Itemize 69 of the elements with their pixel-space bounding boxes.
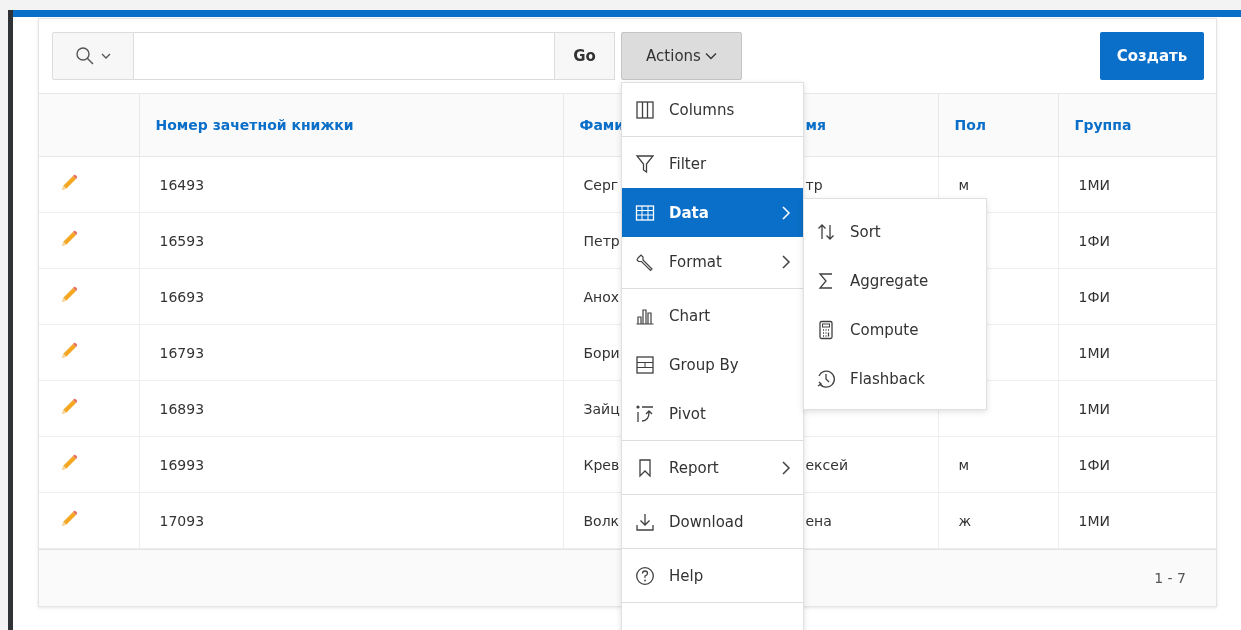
table-cell: Зайц	[583, 400, 620, 417]
table-cell: Волк	[583, 512, 620, 529]
table-cell: 1МИ	[1078, 512, 1110, 529]
table-cell: м	[958, 456, 970, 473]
search-field[interactable]	[134, 32, 555, 80]
search-icon	[75, 46, 95, 66]
pencil-icon[interactable]	[59, 173, 79, 193]
menu-item[interactable]: Format	[622, 237, 803, 286]
pencil-icon[interactable]	[59, 397, 79, 417]
table-cell: 1МИ	[1078, 176, 1110, 193]
table-cell: 16993	[159, 456, 205, 473]
table-cell: 16893	[159, 400, 205, 417]
table-cell: Серг	[583, 176, 619, 193]
menu-item[interactable]: Group By	[622, 340, 803, 389]
column-header[interactable]: мя	[805, 117, 826, 133]
menu-item[interactable]: Filter	[622, 139, 803, 188]
table-icon	[635, 202, 655, 223]
columns-icon	[635, 99, 655, 120]
pencil-icon[interactable]	[59, 453, 79, 473]
table-cell: 16693	[159, 288, 205, 305]
table-cell: 16493	[159, 176, 205, 193]
menu-item[interactable]: Pivot	[622, 389, 803, 438]
go-button[interactable]: Go	[555, 32, 615, 80]
create-button[interactable]: Создать	[1100, 32, 1204, 80]
actions-button[interactable]: Actions	[621, 32, 742, 80]
column-header[interactable]: Пол	[954, 117, 987, 133]
search-column-button[interactable]	[52, 32, 134, 80]
table-cell: Петр	[583, 232, 620, 249]
column-header[interactable]: Группа	[1074, 117, 1132, 133]
menu-item[interactable]: Columns	[622, 85, 803, 134]
table-cell: ж	[958, 512, 972, 529]
submenu-item[interactable]: Compute	[804, 305, 986, 354]
caret-icon	[101, 52, 111, 60]
submenu-item[interactable]: Flashback	[804, 354, 986, 403]
pagination-range: 1 - 7	[1154, 570, 1186, 586]
help-icon	[635, 565, 655, 586]
filter-icon	[635, 153, 655, 174]
menu-item[interactable]: Chart	[622, 291, 803, 340]
download-icon	[635, 511, 655, 532]
pencil-icon[interactable]	[59, 341, 79, 361]
submenu-item[interactable]: Aggregate	[804, 256, 986, 305]
history-icon	[816, 368, 836, 389]
table-cell: м	[958, 176, 970, 193]
menu-item[interactable]: Help	[622, 551, 803, 600]
pencil-icon[interactable]	[59, 285, 79, 305]
table-cell: 16593	[159, 232, 205, 249]
caret-icon	[704, 52, 717, 60]
table-cell: тр	[805, 176, 823, 193]
table-cell: Бори	[583, 344, 620, 361]
calculator-icon	[816, 319, 836, 340]
table-cell: 16793	[159, 344, 205, 361]
table-cell: 17093	[159, 512, 205, 529]
table-cell: 1ФИ	[1078, 456, 1110, 473]
menu-item[interactable]: Report	[622, 443, 803, 492]
grid-rows-icon	[635, 354, 655, 375]
table-cell: 1ФИ	[1078, 232, 1110, 249]
column-header[interactable]: Номер зачетной книжки	[155, 117, 354, 133]
table-cell: ексей	[805, 456, 848, 473]
submenu-item[interactable]: Sort	[804, 207, 986, 256]
table-cell: 1МИ	[1078, 400, 1110, 417]
table-cell: Крев	[583, 456, 620, 473]
pivot-icon	[635, 403, 655, 424]
table-cell: 1ФИ	[1078, 288, 1110, 305]
table-cell: ена	[805, 512, 832, 529]
table-cell: Анох	[583, 288, 620, 305]
pencil-icon[interactable]	[59, 509, 79, 529]
table-cell: 1МИ	[1078, 344, 1110, 361]
menu-item[interactable]: Download	[622, 497, 803, 546]
pencil-icon[interactable]	[59, 229, 79, 249]
